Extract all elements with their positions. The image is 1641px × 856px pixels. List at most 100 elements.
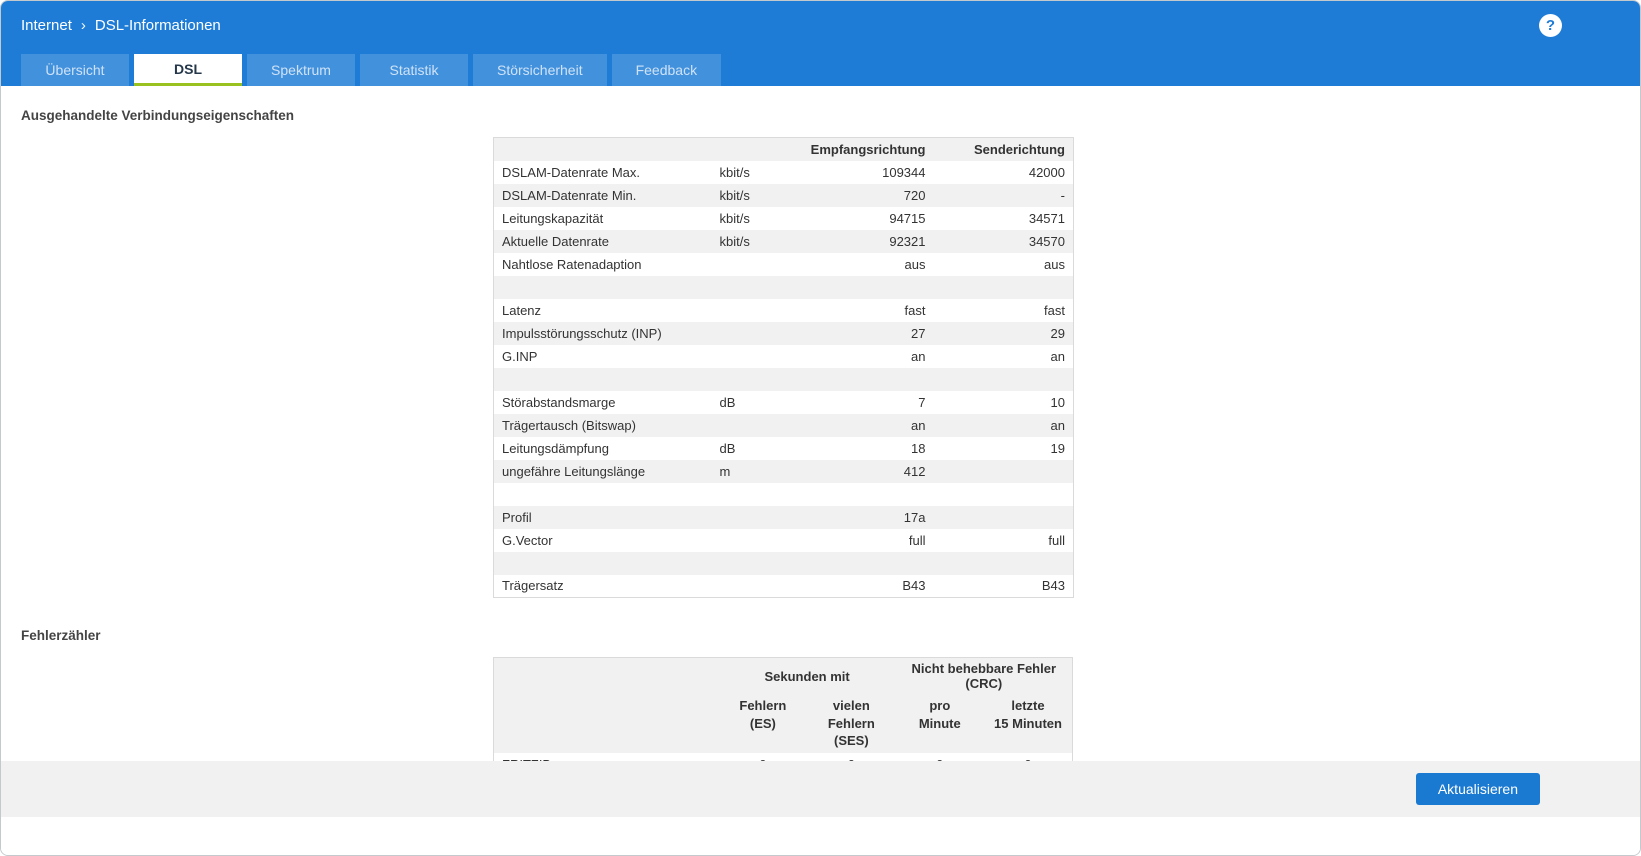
table-cell: 42000 (1028, 164, 1065, 180)
table-row: FRITZ!Box0000 (494, 753, 1073, 761)
table-cell: DSLAM-Datenrate Max. (502, 164, 640, 180)
table-cell: Trägertausch (Bitswap) (502, 417, 636, 433)
table-row: Leitungsdämpfung dB 18 19 (494, 437, 1074, 460)
table-cell: kbit/s (719, 187, 750, 203)
table-cell (712, 529, 778, 552)
table-cell: Aktuelle Datenrate (502, 233, 609, 249)
table-row: G.INP an an (494, 345, 1074, 368)
table-row (493, 551, 1074, 575)
table-cell: 10 (1050, 394, 1065, 410)
table-cell (494, 483, 712, 506)
table-row (493, 275, 1074, 299)
content-area: Ausgehandelte Verbindungseigenschaften E… (1, 86, 1640, 761)
table-cell (934, 506, 1074, 529)
table-cell: 0 (807, 753, 895, 761)
table-cell: 94715 (889, 210, 926, 226)
table-row: DSLAM-Datenrate Min. kbit/s 720 - (493, 183, 1074, 207)
table-cell: Latenz (502, 302, 542, 318)
fritzbox-window: Internet › DSL-Informationen ? Übersicht… (0, 0, 1641, 856)
table-cell: Profil (502, 509, 532, 525)
table-cell: Leitungsdämpfung (502, 440, 609, 456)
breadcrumb: Internet › DSL-Informationen (21, 17, 221, 34)
table-cell: dB (719, 440, 736, 456)
table-cell: Trägersatz (502, 578, 564, 594)
group-header-seconds: Sekunden mit (764, 668, 850, 684)
error-counter-table: Sekunden mit Nicht behebbare Fehler (CRC… (493, 657, 1073, 761)
table-row: Störabstandsmarge dB 7 10 (494, 391, 1074, 414)
table-cell (712, 552, 778, 575)
table-cell: an (1050, 417, 1065, 433)
table-cell: aus (904, 256, 926, 272)
subheader-ses: vielen Fehlern (SES) (827, 698, 875, 749)
table-row: DSLAM-Datenrate Max. kbit/s 109344 42000 (494, 161, 1074, 184)
table-cell: 92321 (889, 233, 926, 249)
table-cell: 34570 (1028, 233, 1065, 249)
subheader-last-15-min: letzte 15 Minuten (994, 698, 1062, 731)
table-cell (778, 483, 934, 506)
table-cell: 17a (903, 509, 926, 525)
table-cell (494, 276, 712, 299)
table-row (494, 483, 1074, 506)
subheader-es: Fehlern (ES) (739, 698, 787, 731)
table-cell (712, 322, 778, 345)
bottom-spacer (1, 817, 1640, 855)
table-cell: kbit/s (719, 233, 750, 249)
table-cell: G.INP (502, 348, 538, 364)
table-cell (494, 552, 712, 575)
section-title-errors: Fehlerzähler (21, 628, 101, 643)
table-cell: fast (1044, 302, 1065, 318)
refresh-button[interactable]: Aktualisieren (1415, 773, 1540, 805)
table-cell: FRITZ!Box (494, 753, 719, 761)
table-cell: B43 (1041, 578, 1065, 594)
table-cell: 7 (918, 394, 926, 410)
table-cell (712, 506, 778, 529)
table-cell: 0 (984, 753, 1072, 761)
breadcrumb-internet[interactable]: Internet (21, 17, 72, 34)
table-cell: 0 (896, 753, 984, 761)
table-row: G.Vector full full (494, 529, 1074, 552)
tab-spektrum[interactable]: Spektrum (247, 54, 355, 86)
table-row: Nahtlose Ratenadaption aus aus (494, 253, 1074, 276)
table-row: ungefähre Leitungslänge m 412 (493, 459, 1074, 483)
table-cell (934, 483, 1074, 506)
table-header-row: Empfangsrichtung Senderichtung (493, 137, 1074, 161)
table-cell (494, 368, 712, 391)
breadcrumb-separator-icon: › (80, 16, 86, 34)
table-cell: dB (719, 394, 736, 410)
table-row: Trägertausch (Bitswap) an an (493, 413, 1074, 437)
table-cell (934, 552, 1074, 575)
column-header-downstream: Empfangsrichtung (810, 141, 926, 157)
table-cell: an (1050, 348, 1065, 364)
table-cell: ungefähre Leitungslänge (502, 463, 646, 479)
table-cell (712, 575, 778, 598)
table-cell (712, 483, 778, 506)
tab-bar: Übersicht DSL Spektrum Statistik Störsic… (1, 49, 1640, 86)
tab-feedback[interactable]: Feedback (611, 54, 722, 86)
table-cell: Störabstandsmarge (502, 394, 616, 410)
table-group-header-row: Sekunden mit Nicht behebbare Fehler (CRC… (494, 658, 1073, 695)
table-cell (712, 253, 778, 276)
table-cell: full (908, 532, 926, 548)
table-cell: an (911, 348, 926, 364)
tab-dsl[interactable]: DSL (134, 54, 242, 86)
table-cell (712, 276, 778, 299)
table-cell (712, 345, 778, 368)
connection-properties-table: Empfangsrichtung Senderichtung DSLAM-Dat… (493, 137, 1074, 598)
tab-stoersicherheit[interactable]: Störsicherheit (473, 54, 607, 86)
table-cell (778, 368, 934, 391)
table-cell: G.Vector (502, 532, 553, 548)
table-cell: - (1060, 187, 1065, 203)
table-subheader-row: Fehlern (ES) vielen Fehlern (SES) pro Mi… (494, 694, 1073, 753)
table-cell: m (719, 463, 731, 479)
column-header-unit (712, 138, 778, 161)
table-cell (934, 276, 1074, 299)
tab-uebersicht[interactable]: Übersicht (21, 54, 129, 86)
table-cell: Leitungskapazität (502, 210, 604, 226)
help-icon[interactable]: ? (1539, 13, 1562, 37)
tab-statistik[interactable]: Statistik (360, 54, 468, 86)
table-cell: 29 (1050, 325, 1065, 341)
table-cell: 412 (903, 463, 926, 479)
table-cell: B43 (902, 578, 926, 594)
table-row: Aktuelle Datenrate kbit/s 92321 34570 (493, 229, 1074, 253)
table-cell: 18 (911, 440, 926, 456)
